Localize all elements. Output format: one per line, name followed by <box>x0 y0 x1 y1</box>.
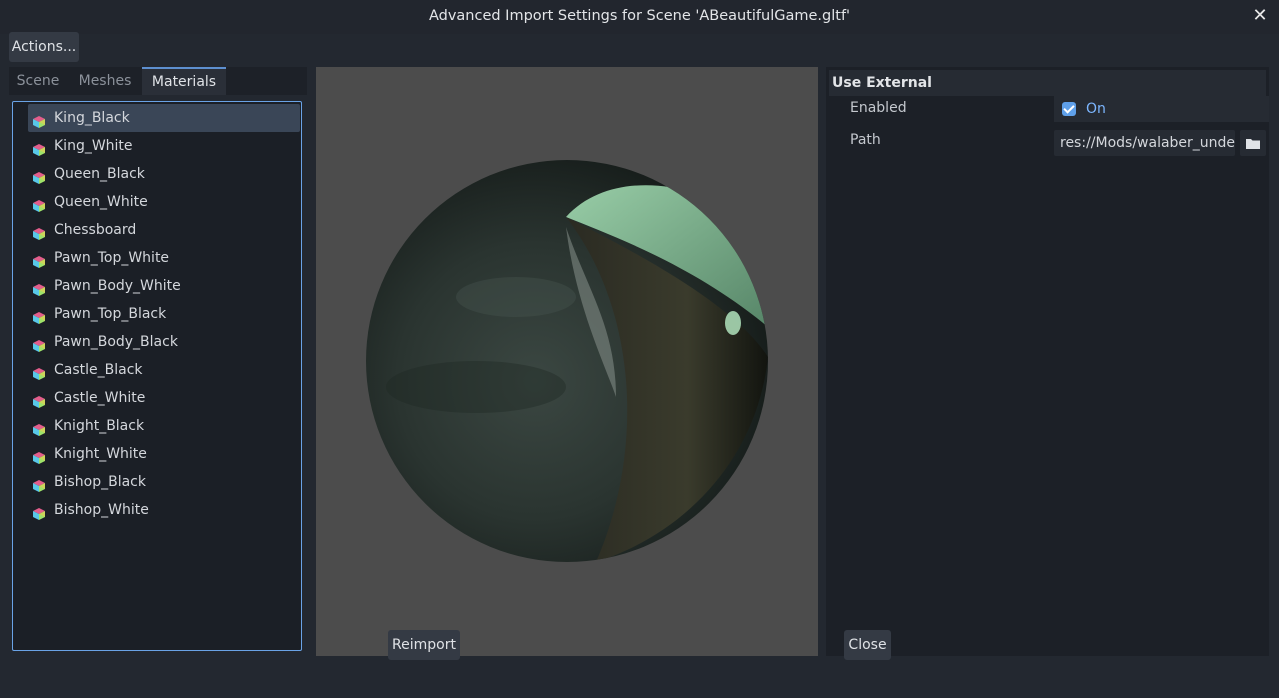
materials-tree[interactable]: King_Black King_White Queen_Black Queen_Whi… <box>12 101 302 651</box>
material-icon <box>32 111 46 128</box>
material-item-label: Chessboard <box>54 222 137 238</box>
material-item[interactable]: Pawn_Top_Black <box>28 300 300 328</box>
material-item-label: Castle_White <box>54 390 146 406</box>
material-item[interactable]: Pawn_Body_Black <box>28 328 300 356</box>
path-value: res://Mods/walaber_under <box>1054 128 1269 156</box>
material-icon <box>32 307 46 324</box>
import-dialog: Actions... Scene Meshes Materials King_B… <box>0 32 1279 698</box>
material-icon <box>32 279 46 296</box>
tab-scene[interactable]: Scene <box>9 67 67 95</box>
material-icon <box>32 419 46 436</box>
path-property: Path res://Mods/walaber_under <box>829 126 1269 156</box>
inspector-panel: Use External Enabled On Path res://Mods/… <box>826 67 1269 656</box>
enabled-state-label[interactable]: On <box>1086 96 1106 122</box>
material-item-label: Pawn_Top_Black <box>54 306 167 322</box>
material-preview-viewport[interactable] <box>316 67 818 656</box>
material-item-label: King_Black <box>54 110 130 126</box>
tab-meshes[interactable]: Meshes <box>69 67 141 95</box>
material-item-label: Bishop_Black <box>54 474 146 490</box>
material-item-label: Bishop_White <box>54 502 149 518</box>
window-title: Advanced Import Settings for Scene 'ABea… <box>428 8 851 24</box>
material-item-label: Knight_White <box>54 446 147 462</box>
material-icon <box>32 167 46 184</box>
material-item[interactable]: Castle_Black <box>28 356 300 384</box>
browse-folder-button[interactable] <box>1240 130 1266 156</box>
material-item-label: Pawn_Top_White <box>54 250 170 266</box>
section-use-external[interactable]: Use External <box>829 70 1266 96</box>
material-item[interactable]: Chessboard <box>28 216 300 244</box>
material-item[interactable]: Bishop_White <box>28 496 300 524</box>
material-icon <box>32 391 46 408</box>
material-item[interactable]: King_White <box>28 132 300 160</box>
material-item-label: Queen_White <box>54 194 148 210</box>
material-item-label: Pawn_Body_Black <box>54 334 178 350</box>
material-preview-sphere <box>366 160 768 562</box>
material-icon <box>32 475 46 492</box>
material-icon <box>32 251 46 268</box>
material-item[interactable]: Queen_White <box>28 188 300 216</box>
material-item-label: King_White <box>54 138 133 154</box>
path-input[interactable]: res://Mods/walaber_under <box>1054 130 1235 156</box>
material-item-label: Queen_Black <box>54 166 145 182</box>
enabled-label: Enabled <box>850 100 907 116</box>
material-item[interactable]: King_Black <box>28 104 300 132</box>
enabled-checkbox[interactable] <box>1062 102 1076 116</box>
folder-icon <box>1246 139 1260 149</box>
material-icon <box>32 503 46 520</box>
material-item[interactable]: Pawn_Body_White <box>28 272 300 300</box>
actions-button[interactable]: Actions... <box>9 32 79 62</box>
material-icon <box>32 139 46 156</box>
material-item[interactable]: Queen_Black <box>28 160 300 188</box>
material-icon <box>32 195 46 212</box>
path-label: Path <box>850 132 881 148</box>
tab-bar: Scene Meshes Materials <box>9 67 307 95</box>
material-item-label: Knight_Black <box>54 418 145 434</box>
material-item[interactable]: Castle_White <box>28 384 300 412</box>
close-icon[interactable]: ✕ <box>1251 7 1269 25</box>
tab-materials[interactable]: Materials <box>142 67 226 95</box>
material-icon <box>32 447 46 464</box>
enabled-value: On <box>1054 96 1269 122</box>
material-icon <box>32 363 46 380</box>
material-item[interactable]: Pawn_Top_White <box>28 244 300 272</box>
material-item[interactable]: Bishop_Black <box>28 468 300 496</box>
title-bar: Advanced Import Settings for Scene 'ABea… <box>0 0 1279 34</box>
close-button[interactable]: Close <box>844 630 891 660</box>
material-icon <box>32 335 46 352</box>
material-item-label: Pawn_Body_White <box>54 278 181 294</box>
material-item[interactable]: Knight_Black <box>28 412 300 440</box>
enabled-property: Enabled On <box>829 94 1269 122</box>
material-item[interactable]: Knight_White <box>28 440 300 468</box>
reimport-button[interactable]: Reimport <box>388 630 460 660</box>
material-icon <box>32 223 46 240</box>
material-item-label: Castle_Black <box>54 362 143 378</box>
